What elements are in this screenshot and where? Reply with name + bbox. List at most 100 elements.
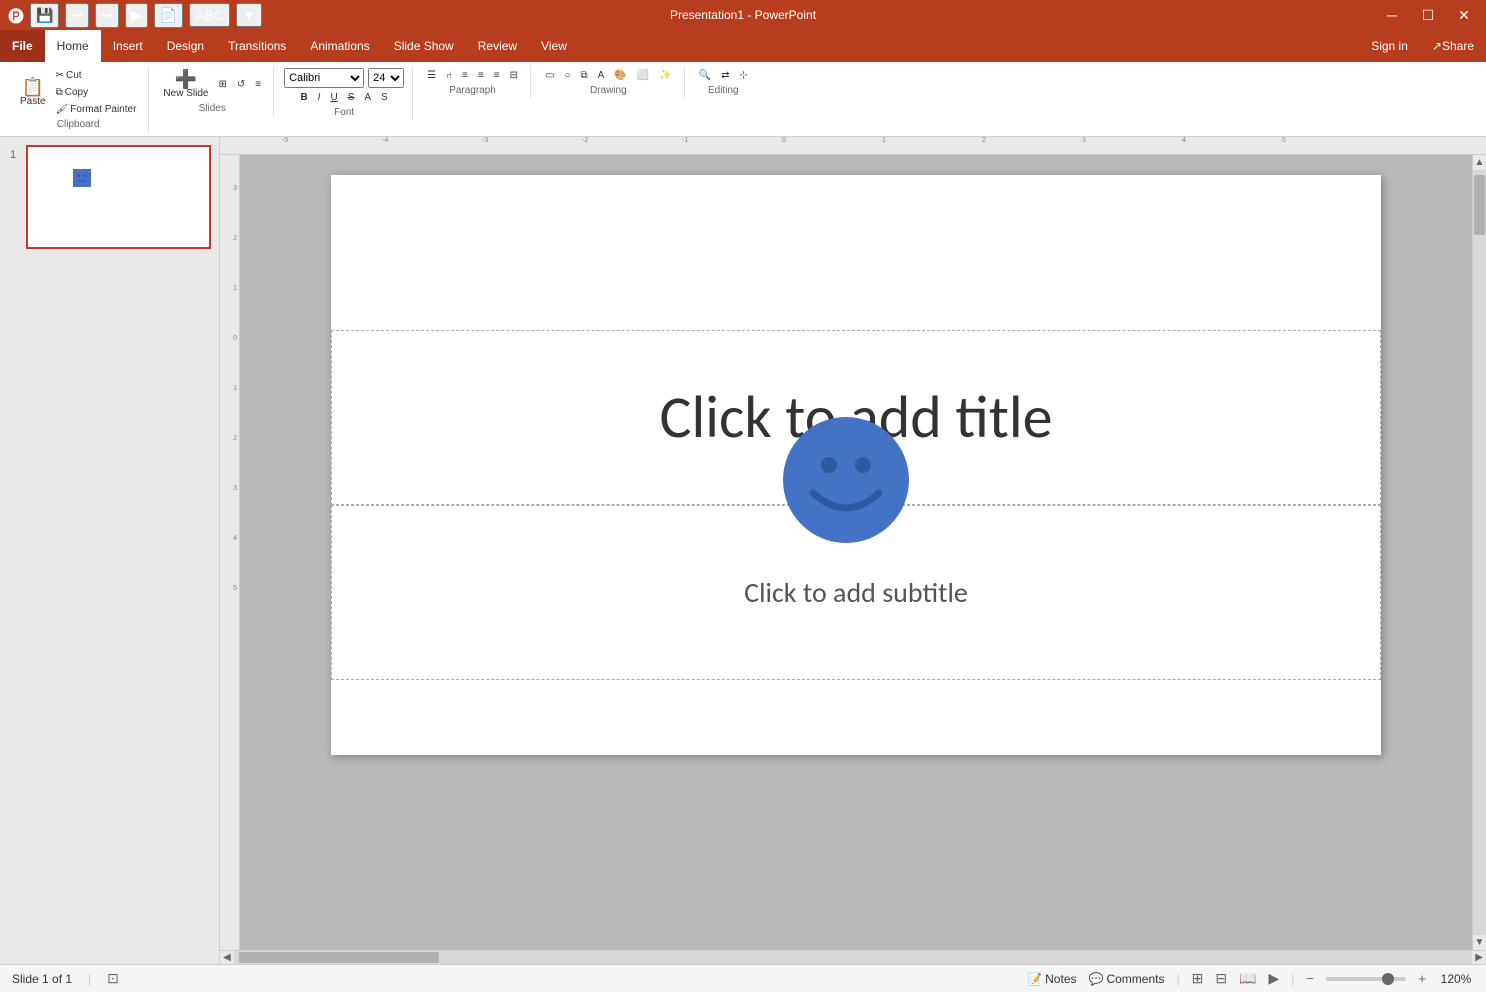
- smiley-svg: [781, 415, 911, 545]
- quick-present-button[interactable]: ▶: [125, 3, 148, 28]
- status-sep-3: |: [1291, 972, 1294, 986]
- italic-button[interactable]: I: [314, 90, 325, 105]
- reset-slide-button[interactable]: ↺: [233, 77, 249, 92]
- font-size-select[interactable]: 24: [368, 68, 404, 88]
- font-family-select[interactable]: Calibri: [284, 68, 364, 88]
- slides-label: Slides: [199, 103, 226, 114]
- thumb-inner: [28, 147, 209, 247]
- status-bar: Slide 1 of 1 | ⊡ 📝 Notes 💬 Comments | ⊞ …: [0, 964, 1486, 992]
- find-button[interactable]: 🔍: [695, 68, 715, 83]
- quick-undo-button[interactable]: ↩: [65, 3, 89, 28]
- notes-label: Notes: [1045, 972, 1076, 986]
- quick-new-button[interactable]: 📄: [154, 3, 183, 28]
- new-slide-button[interactable]: ➕ New Slide: [159, 68, 212, 101]
- scroll-left-button[interactable]: ◀: [220, 952, 234, 963]
- slide-layout-button[interactable]: ⊞: [214, 77, 230, 92]
- slide-sorter-button[interactable]: ⊟: [1215, 970, 1227, 987]
- scroll-track-horizontal[interactable]: [234, 951, 1473, 964]
- subtitle-placeholder-text: Click to add subtitle: [744, 575, 968, 610]
- tab-home[interactable]: Home: [45, 30, 101, 62]
- tab-file[interactable]: File: [0, 30, 45, 62]
- drawing-label: Drawing: [590, 85, 627, 96]
- align-left-button[interactable]: ≡: [458, 68, 472, 83]
- columns-button[interactable]: ⊟: [506, 68, 522, 83]
- format-painter-button[interactable]: 🖌Format Painter: [52, 102, 141, 117]
- zoom-in-button[interactable]: +: [1418, 971, 1426, 986]
- section-button[interactable]: ≡: [251, 77, 265, 92]
- new-slide-icon: ➕: [175, 70, 197, 88]
- scroll-up-button[interactable]: ▲: [1473, 155, 1486, 170]
- quick-save-button[interactable]: 💾: [30, 3, 59, 28]
- arrange-button[interactable]: ⧉: [576, 68, 591, 83]
- quick-spell-button[interactable]: ABC: [189, 3, 230, 27]
- select-button[interactable]: ⊹: [735, 68, 751, 83]
- quick-styles-button[interactable]: A: [594, 68, 609, 83]
- shape-oval-button[interactable]: ○: [560, 68, 574, 83]
- numbering-button[interactable]: ⑁: [442, 68, 456, 83]
- cut-button[interactable]: ✂Cut: [52, 68, 141, 83]
- slide-count-status: Slide 1 of 1: [12, 972, 72, 986]
- zoom-slider-track[interactable]: [1326, 977, 1406, 981]
- quick-redo-button[interactable]: ↪: [95, 3, 119, 28]
- zoom-out-button[interactable]: −: [1306, 971, 1314, 986]
- status-sep-1: |: [88, 972, 91, 986]
- ribbon-content: 📋 Paste ✂Cut ⧉Copy 🖌Format Painter Clipb…: [0, 62, 1486, 136]
- thumb-smiley-circle: [73, 169, 91, 187]
- align-center-button[interactable]: ≡: [474, 68, 488, 83]
- shape-fill-button[interactable]: 🎨: [610, 68, 630, 83]
- slide-canvas[interactable]: Click to add title Click to add subtitle: [331, 175, 1381, 755]
- scroll-right-button[interactable]: ▶: [1472, 952, 1486, 963]
- tab-animations[interactable]: Animations: [298, 30, 381, 62]
- bullets-button[interactable]: ☰: [423, 68, 440, 83]
- ruler-v-mark: 5: [233, 585, 239, 592]
- tab-transitions[interactable]: Transitions: [216, 30, 298, 62]
- font-shadow-button[interactable]: S: [377, 90, 392, 105]
- scroll-thumb-vertical[interactable]: [1474, 175, 1485, 235]
- align-right-button[interactable]: ≡: [490, 68, 504, 83]
- tab-slideshow[interactable]: Slide Show: [382, 30, 466, 62]
- format-painter-icon: 🖌: [56, 104, 69, 115]
- shape-outline-button[interactable]: ⬜: [633, 68, 653, 83]
- strikethrough-button[interactable]: S: [344, 90, 359, 105]
- replace-button[interactable]: ⇄: [717, 68, 733, 83]
- scroll-down-button[interactable]: ▼: [1473, 935, 1486, 950]
- quick-customize-button[interactable]: ▼: [236, 3, 262, 27]
- slide-thumbnail[interactable]: [26, 145, 211, 249]
- zoom-slider-thumb[interactable]: [1382, 973, 1394, 985]
- slide-canvas-wrapper[interactable]: Click to add title Click to add subtitle: [240, 155, 1472, 950]
- bottom-scroll-area[interactable]: ◀ ▶: [220, 950, 1486, 964]
- editing-label: Editing: [708, 85, 739, 96]
- smiley-shape[interactable]: [781, 415, 911, 545]
- reading-view-button[interactable]: 📖: [1239, 970, 1256, 987]
- thumb-smiley-svg: [73, 169, 91, 187]
- paste-button[interactable]: 📋 Paste: [16, 76, 50, 109]
- tab-design[interactable]: Design: [155, 30, 216, 62]
- font-color-button[interactable]: A: [360, 90, 375, 105]
- ruler-h-mark: -1: [680, 137, 688, 144]
- close-button[interactable]: ✕: [1450, 1, 1478, 29]
- tab-review[interactable]: Review: [466, 30, 529, 62]
- comments-button[interactable]: 💬 Comments: [1089, 972, 1165, 986]
- restore-button[interactable]: ☐: [1414, 1, 1442, 29]
- shape-rect-button[interactable]: ▭: [541, 68, 558, 83]
- underline-button[interactable]: U: [326, 90, 341, 105]
- normal-view-button[interactable]: ⊞: [1192, 970, 1204, 987]
- tab-insert[interactable]: Insert: [101, 30, 155, 62]
- bold-button[interactable]: B: [296, 90, 311, 105]
- scroll-track-vertical[interactable]: [1473, 170, 1486, 935]
- slide-number: 1: [10, 149, 16, 161]
- notes-button[interactable]: 📝 Notes: [1027, 972, 1076, 986]
- tab-view[interactable]: View: [529, 30, 579, 62]
- minimize-button[interactable]: ─: [1378, 1, 1406, 29]
- sign-in-button[interactable]: Sign in: [1359, 30, 1420, 62]
- copy-button[interactable]: ⧉Copy: [52, 85, 141, 100]
- share-button[interactable]: ↗ Share: [1420, 30, 1486, 62]
- right-scrollbar[interactable]: ▲ ▼: [1472, 155, 1486, 950]
- ruler-h-mark: 5: [1280, 137, 1286, 144]
- canvas-and-ruler: 3 2 1 0 1 2 3 4 5 Click to add title: [220, 155, 1486, 950]
- scroll-thumb-horizontal[interactable]: [239, 952, 439, 963]
- shape-effects-button[interactable]: ✨: [655, 68, 675, 83]
- fit-slide-button[interactable]: ⊡: [107, 970, 119, 987]
- slideshow-button[interactable]: ▶: [1269, 970, 1280, 987]
- ruler-v-mark: 1: [233, 285, 239, 292]
